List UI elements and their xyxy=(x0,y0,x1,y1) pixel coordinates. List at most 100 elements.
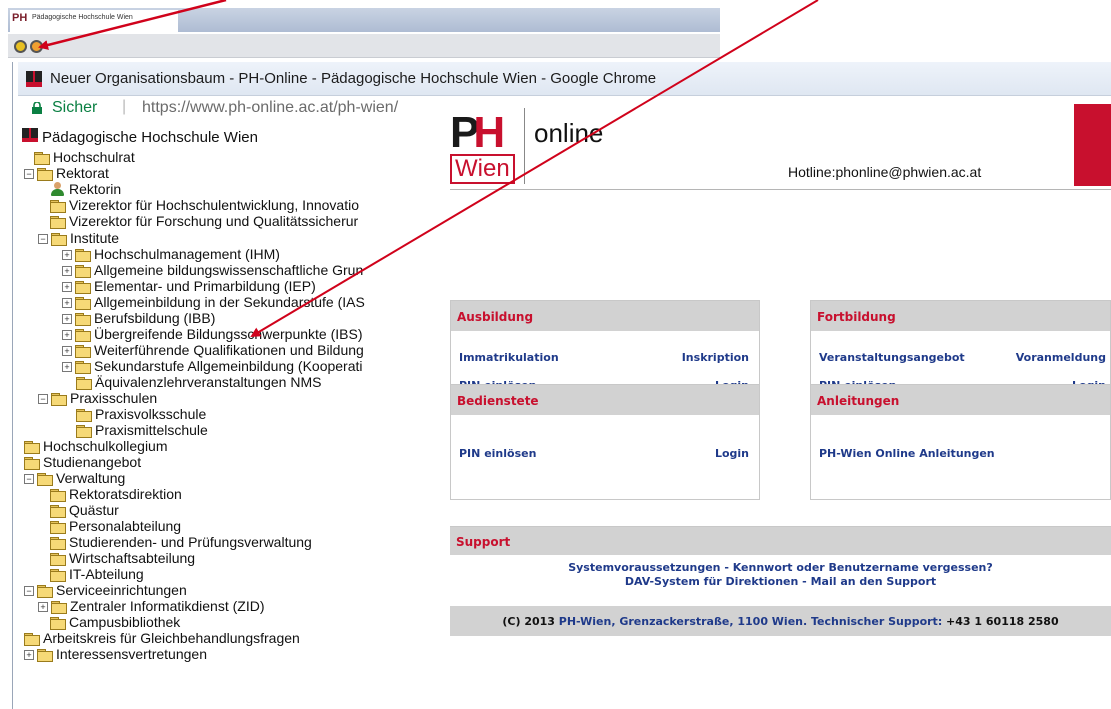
tree-item[interactable]: + Allgemeinbildung in der Sekundarstufe (… xyxy=(62,294,365,310)
tree-item[interactable]: Vizerektor für Hochschulentwicklung, Inn… xyxy=(50,197,359,213)
anleitungen-link[interactable]: PH-Wien Online Anleitungen xyxy=(819,447,995,460)
tree-item-label: Wirtschaftsabteilung xyxy=(69,550,196,566)
secure-label: Sicher xyxy=(52,99,98,116)
folder-icon xyxy=(24,456,40,470)
tree-item-label: Weiterführende Qualifikationen und Bildu… xyxy=(94,342,364,358)
tree-item[interactable]: Hochschulkollegium xyxy=(24,438,168,454)
collapse-icon[interactable]: − xyxy=(24,169,34,179)
tree-item[interactable]: Hochschulrat xyxy=(34,149,135,165)
support-links-line2[interactable]: DAV-System für Direktionen - Mail an den… xyxy=(450,575,1111,588)
tree-item[interactable]: + Hochschulmanagement (IHM) xyxy=(62,246,280,262)
collapse-icon[interactable]: − xyxy=(24,474,34,484)
person-icon xyxy=(50,182,66,196)
support-links-line1[interactable]: Systemvoraussetzungen - Kennwort oder Be… xyxy=(450,561,1111,574)
tree-item[interactable]: + Weiterführende Qualifikationen und Bild… xyxy=(62,342,364,358)
folder-icon xyxy=(75,280,91,294)
collapse-icon[interactable]: − xyxy=(38,394,48,404)
folder-icon xyxy=(50,215,66,229)
ph-logo-icon: PH xyxy=(12,12,28,24)
pin-einloesen-link[interactable]: PIN einlösen xyxy=(459,447,536,460)
url-text[interactable]: https://www.ph-online.ac.at/ph-wien/ xyxy=(142,99,430,117)
tree-item[interactable]: − Verwaltung xyxy=(24,470,125,486)
voranmeldung-link[interactable]: Voranmeldung xyxy=(1016,351,1106,364)
portal-header: PH Wien online Hotline:phonline@phwien.a… xyxy=(450,104,1111,190)
tree-item[interactable]: + Zentraler Informatikdienst (ZID) xyxy=(38,598,265,614)
tree-item[interactable]: Vizerektor für Forschung und Qualitätssi… xyxy=(50,213,358,229)
tree-item-label: Serviceeinrichtungen xyxy=(56,582,187,598)
tree-item[interactable]: Rektoratsdirektion xyxy=(50,486,182,502)
tree-item[interactable]: Arbeitskreis für Gleichbehandlungsfragen xyxy=(24,630,300,646)
window-title: Neuer Organisationsbaum - PH-Online - Pä… xyxy=(50,70,657,87)
inskription-link[interactable]: Inskription xyxy=(682,351,749,364)
tree-item[interactable]: + Berufsbildung (IBB) xyxy=(62,310,215,326)
tree-item-label: Hochschulkollegium xyxy=(43,438,168,454)
expand-icon[interactable]: + xyxy=(62,250,72,260)
tree-item-label: Hochschulrat xyxy=(53,149,135,165)
tree-item[interactable]: + Übergreifende Bildungsschwerpunkte (IBS… xyxy=(62,326,362,342)
tree-item-label: Hochschulmanagement (IHM) xyxy=(94,246,280,262)
tree-item[interactable]: − Rektorat xyxy=(24,165,109,181)
folder-icon xyxy=(37,167,53,181)
footer-address[interactable]: PH-Wien, Grenzackerstraße, 1100 Wien. Te… xyxy=(559,615,942,628)
organization-tree: Pädagogische Hochschule Wien Hochschulra… xyxy=(18,126,430,706)
tree-item[interactable]: + Interessensvertretungen xyxy=(24,646,207,662)
tree-item[interactable]: Personalabteilung xyxy=(50,518,181,534)
tree-item[interactable]: Wirtschaftsabteilung xyxy=(50,550,195,566)
hotline-text: Hotline:phonline@phwien.ac.at xyxy=(788,164,982,180)
expand-icon[interactable]: + xyxy=(62,346,72,356)
eye-icon[interactable] xyxy=(14,40,27,53)
expand-icon[interactable]: + xyxy=(62,362,72,372)
tree-item[interactable]: Rektorin xyxy=(50,181,121,197)
ph-logo-icon: PH xyxy=(450,108,505,157)
tree-item-label: Arbeitskreis für Gleichbehandlungsfragen xyxy=(43,630,300,646)
card-title: Anleitungen xyxy=(811,385,1110,415)
tree-item[interactable]: Praxismittelschule xyxy=(76,422,208,438)
expand-icon[interactable]: + xyxy=(38,602,48,612)
folder-icon xyxy=(51,392,67,406)
tree-item[interactable]: Campusbibliothek xyxy=(50,614,180,630)
tree-item[interactable]: + Allgemeine bildungswissenschaftliche Gr… xyxy=(62,262,363,278)
collapse-icon[interactable]: − xyxy=(38,234,48,244)
tree-item[interactable]: − Praxisschulen xyxy=(38,390,157,406)
back-icon[interactable] xyxy=(30,40,43,53)
expand-icon[interactable]: + xyxy=(62,298,72,308)
folder-icon xyxy=(75,248,91,262)
login-link[interactable]: Login xyxy=(715,447,749,460)
veranstaltungsangebot-link[interactable]: Veranstaltungsangebot xyxy=(819,351,965,364)
red-brand-bar xyxy=(1074,104,1111,186)
tree-item[interactable]: Äquivalenzlehrveranstaltungen NMS xyxy=(76,374,321,390)
expand-icon[interactable]: + xyxy=(62,314,72,324)
immatrikulation-link[interactable]: Immatrikulation xyxy=(459,351,559,364)
folder-icon xyxy=(50,199,66,213)
tree-item-label: Praxisschulen xyxy=(70,390,158,406)
tree-item[interactable]: − Institute xyxy=(38,230,119,246)
tree-item-label: Personalabteilung xyxy=(69,518,182,534)
tree-item[interactable]: Quästur xyxy=(50,502,119,518)
tree-item[interactable]: Studienangebot xyxy=(24,454,141,470)
toolbar xyxy=(8,34,720,58)
card-anleitungen: Anleitungen PH-Wien Online Anleitungen xyxy=(810,384,1111,500)
tree-item[interactable]: + Elementar- und Primarbildung (IEP) xyxy=(62,278,316,294)
tree-item-label: Äquivalenzlehrveranstaltungen NMS xyxy=(95,374,322,390)
folder-icon xyxy=(50,504,66,518)
tree-item-label: Rektorin xyxy=(69,181,122,197)
collapse-icon[interactable]: − xyxy=(24,586,34,596)
folder-icon xyxy=(76,424,92,438)
window-titlebar: Neuer Organisationsbaum - PH-Online - Pä… xyxy=(18,62,1111,96)
address-separator: | xyxy=(122,98,127,115)
tree-root[interactable]: Pädagogische Hochschule Wien xyxy=(22,128,258,146)
tree-item[interactable]: + Sekundarstufe Allgemeinbildung (Koopera… xyxy=(62,358,363,374)
expand-icon[interactable]: + xyxy=(62,330,72,340)
expand-icon[interactable]: + xyxy=(24,650,34,660)
expand-icon[interactable]: + xyxy=(62,282,72,292)
card-title: Fortbildung xyxy=(811,301,1110,331)
tree-item[interactable]: Studierenden- und Prüfungsverwaltung xyxy=(50,534,312,550)
expand-icon[interactable]: + xyxy=(62,266,72,276)
folder-icon xyxy=(34,151,50,165)
tree-item[interactable]: IT-Abteilung xyxy=(50,566,144,582)
tree-item[interactable]: Praxisvolksschule xyxy=(76,406,206,422)
tree-item[interactable]: − Serviceeinrichtungen xyxy=(24,582,187,598)
tree-item-label: Rektorat xyxy=(56,165,109,181)
tree-item-label: Sekundarstufe Allgemeinbildung (Kooperat… xyxy=(94,358,363,374)
address-bar[interactable]: Sicher | https://www.ph-online.ac.at/ph-… xyxy=(30,96,430,122)
